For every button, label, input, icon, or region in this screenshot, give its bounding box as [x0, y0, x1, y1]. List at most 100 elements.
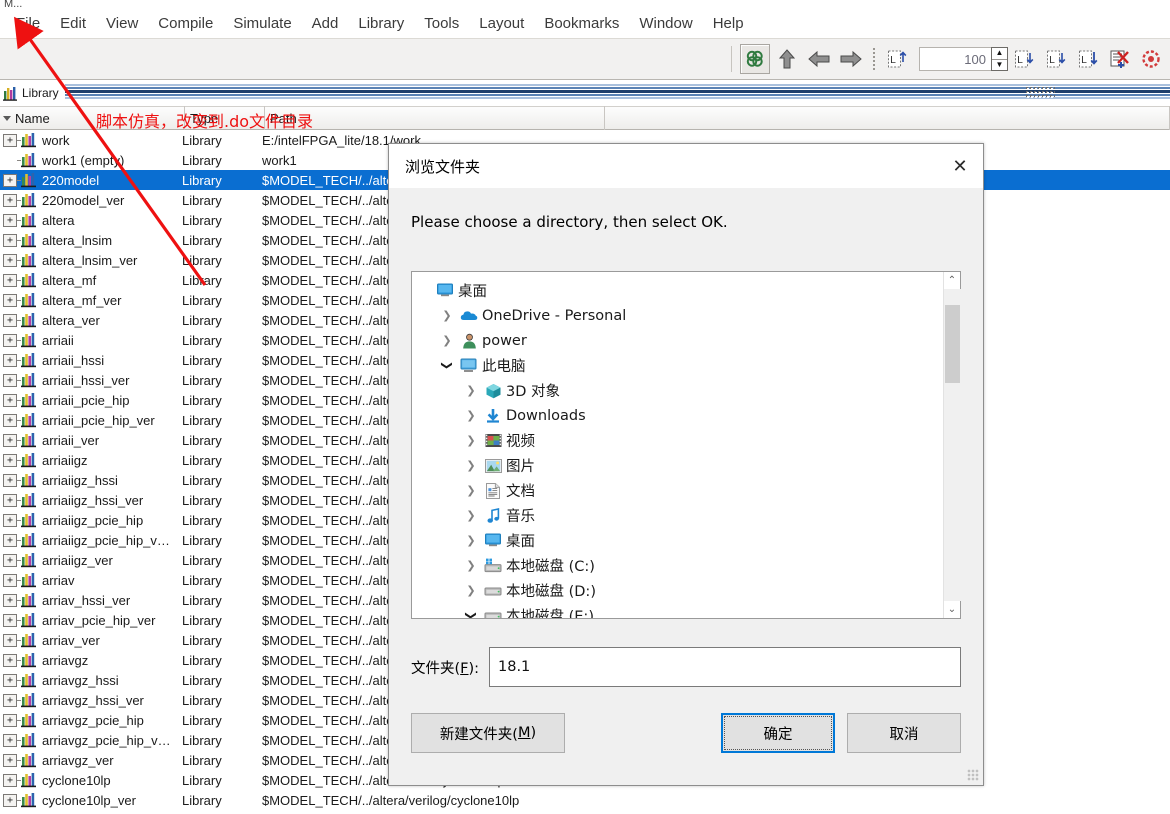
expand-icon[interactable]: +: [3, 673, 17, 687]
expand-icon[interactable]: +: [3, 173, 17, 187]
chevron-right-icon[interactable]: ❯: [460, 559, 482, 572]
chevron-down-icon[interactable]: ❯: [465, 605, 478, 618]
break-icon[interactable]: [1137, 44, 1167, 74]
close-icon[interactable]: ✕: [937, 144, 983, 188]
chevron-right-icon[interactable]: ❯: [460, 434, 482, 447]
expand-icon[interactable]: +: [3, 553, 17, 567]
menu-item-bookmarks[interactable]: Bookmarks: [534, 12, 629, 35]
menu-item-window[interactable]: Window: [629, 12, 702, 35]
expand-icon[interactable]: +: [3, 273, 17, 287]
tree-item-user[interactable]: ❯ power: [412, 328, 943, 353]
scroll-down-icon[interactable]: ⌄: [944, 601, 961, 618]
expand-icon[interactable]: +: [3, 253, 17, 267]
chevron-right-icon[interactable]: ❯: [436, 334, 458, 347]
tree-item-this-pc[interactable]: ❯ 此电脑: [412, 353, 943, 378]
ok-button[interactable]: 确定: [721, 713, 835, 753]
zoom-stepper[interactable]: ▲ ▼: [919, 47, 1008, 71]
expand-icon[interactable]: +: [3, 393, 17, 407]
spin-down-icon[interactable]: ▼: [992, 60, 1007, 71]
menu-item-compile[interactable]: Compile: [148, 12, 223, 35]
column-header-path[interactable]: Path: [265, 106, 605, 130]
restart-icon[interactable]: [1105, 44, 1135, 74]
chevron-right-icon[interactable]: ❯: [436, 309, 458, 322]
scroll-track[interactable]: [943, 289, 961, 601]
chevron-right-icon[interactable]: ❯: [460, 584, 482, 597]
menu-item-edit[interactable]: Edit: [50, 12, 96, 35]
menu-item-library[interactable]: Library: [348, 12, 414, 35]
directory-tree[interactable]: 桌面 ❯ OneDrive - Personal ❯ power ❯ 此电脑 ❯ 3D 对象 ❯ D…: [411, 271, 961, 619]
chevron-right-icon[interactable]: ❯: [460, 484, 482, 497]
tree-item-pictures[interactable]: ❯ 图片: [412, 453, 943, 478]
expand-icon[interactable]: +: [3, 513, 17, 527]
tree-item-documents[interactable]: ❯ 文档: [412, 478, 943, 503]
expand-icon[interactable]: +: [3, 753, 17, 767]
expand-icon[interactable]: +: [3, 293, 17, 307]
new-folder-button[interactable]: 新建文件夹(M): [411, 713, 565, 753]
expand-icon[interactable]: +: [3, 373, 17, 387]
chevron-right-icon[interactable]: ❯: [460, 534, 482, 547]
tree-item-drive[interactable]: ❯ 本地磁盘 (D:): [412, 578, 943, 603]
expand-icon[interactable]: +: [3, 233, 17, 247]
expand-icon[interactable]: +: [3, 213, 17, 227]
expand-icon[interactable]: +: [3, 613, 17, 627]
expand-icon[interactable]: +: [3, 453, 17, 467]
menu-item-file[interactable]: File: [6, 12, 50, 35]
expand-icon[interactable]: +: [3, 313, 17, 327]
goto-top-icon[interactable]: L: [882, 44, 912, 74]
chevron-right-icon[interactable]: ❯: [460, 384, 482, 397]
zoom-input[interactable]: [919, 47, 991, 71]
expand-icon[interactable]: +: [3, 773, 17, 787]
tab-library[interactable]: Library: [0, 82, 65, 104]
expand-icon[interactable]: +: [3, 713, 17, 727]
panel-drag-stripe[interactable]: [64, 82, 1170, 104]
compile-all-icon[interactable]: [740, 44, 770, 74]
back-arrow-icon[interactable]: [804, 44, 834, 74]
zoom-spin-arrows[interactable]: ▲ ▼: [991, 47, 1008, 71]
menu-item-tools[interactable]: Tools: [414, 12, 469, 35]
expand-icon[interactable]: +: [3, 473, 17, 487]
expand-icon[interactable]: +: [3, 593, 17, 607]
menu-item-simulate[interactable]: Simulate: [223, 12, 301, 35]
expand-icon[interactable]: +: [3, 793, 17, 807]
tree-item-desktop[interactable]: 桌面: [412, 278, 943, 303]
step-out-icon[interactable]: L: [1073, 44, 1103, 74]
expand-icon[interactable]: +: [3, 353, 17, 367]
expand-icon[interactable]: +: [3, 133, 17, 147]
resize-grip[interactable]: [967, 769, 979, 781]
tree-scrollbar[interactable]: ⌃ ⌄: [943, 272, 961, 618]
scroll-thumb[interactable]: [944, 305, 960, 383]
panel-grip-dots[interactable]: [1024, 86, 1055, 99]
expand-icon[interactable]: +: [3, 193, 17, 207]
folder-name-input[interactable]: [489, 647, 961, 687]
tree-item-drive[interactable]: ❯ 本地磁盘 (E:): [412, 603, 943, 618]
expand-icon[interactable]: +: [3, 333, 17, 347]
expand-icon[interactable]: +: [3, 693, 17, 707]
scroll-up-icon[interactable]: ⌃: [944, 272, 961, 289]
chevron-right-icon[interactable]: ❯: [460, 509, 482, 522]
cancel-button[interactable]: 取消: [847, 713, 961, 753]
tree-item-videos[interactable]: ❯ 视频: [412, 428, 943, 453]
up-arrow-icon[interactable]: [772, 44, 802, 74]
tree-item-system-drive[interactable]: ❯ 本地磁盘 (C:): [412, 553, 943, 578]
step-over-icon[interactable]: L: [1041, 44, 1071, 74]
forward-arrow-icon[interactable]: [836, 44, 866, 74]
expand-icon[interactable]: +: [3, 413, 17, 427]
chevron-right-icon[interactable]: ❯: [460, 409, 482, 422]
tree-item-music[interactable]: ❯ 音乐: [412, 503, 943, 528]
menu-item-help[interactable]: Help: [703, 12, 754, 35]
expand-icon[interactable]: +: [3, 433, 17, 447]
step-into-icon[interactable]: L: [1009, 44, 1039, 74]
expand-icon[interactable]: +: [3, 633, 17, 647]
column-header-type[interactable]: Type: [185, 106, 265, 130]
column-header-name[interactable]: Name: [0, 106, 185, 130]
menu-item-view[interactable]: View: [96, 12, 148, 35]
tree-item-onedrive-cloud[interactable]: ❯ OneDrive - Personal: [412, 303, 943, 328]
expand-icon[interactable]: +: [3, 533, 17, 547]
menu-item-add[interactable]: Add: [302, 12, 349, 35]
expand-icon[interactable]: +: [3, 653, 17, 667]
tree-item-downloads[interactable]: ❯ Downloads: [412, 403, 943, 428]
expand-icon[interactable]: +: [3, 493, 17, 507]
expand-icon[interactable]: +: [3, 573, 17, 587]
directory-tree-items[interactable]: 桌面 ❯ OneDrive - Personal ❯ power ❯ 此电脑 ❯ 3D 对象 ❯ D…: [412, 272, 943, 618]
table-row[interactable]: + cyclone10lp_ver Library $MODEL_TECH/../al…: [0, 790, 1170, 810]
